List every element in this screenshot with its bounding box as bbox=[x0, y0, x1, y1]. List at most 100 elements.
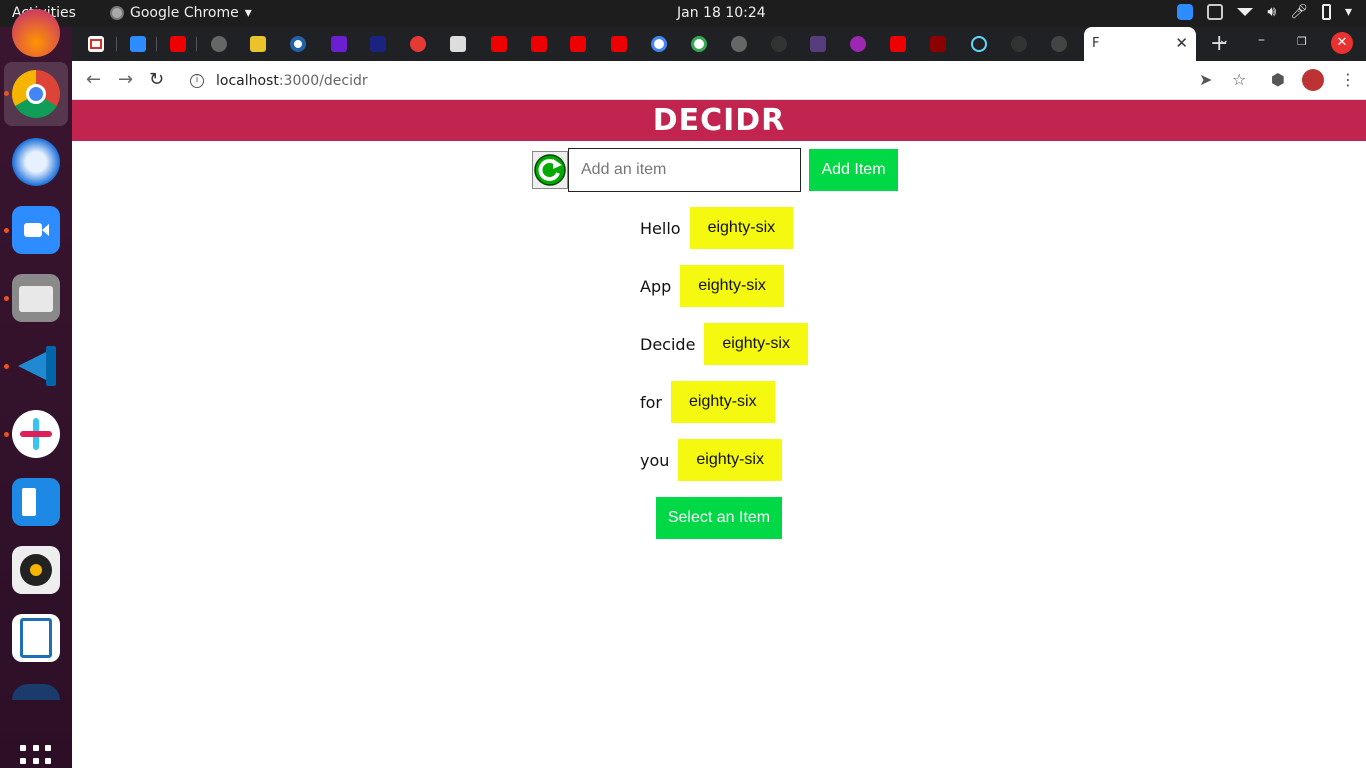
list-tab-icon[interactable] bbox=[331, 36, 347, 52]
list-item: Decide eighty-six bbox=[640, 323, 808, 365]
forward-icon[interactable]: → bbox=[118, 69, 133, 90]
writer-dock-icon[interactable] bbox=[12, 614, 60, 662]
add-item-button[interactable]: Add Item bbox=[809, 149, 898, 191]
eighty-six-button[interactable]: eighty-six bbox=[680, 265, 784, 307]
item-list: Hello eighty-six App eighty-six Decide e… bbox=[640, 207, 808, 497]
app-menu[interactable]: Google Chrome ▾ bbox=[110, 5, 252, 21]
clock[interactable]: Jan 18 10:24 bbox=[677, 5, 766, 21]
game-tab-icon[interactable] bbox=[930, 36, 946, 52]
react-tab-icon[interactable] bbox=[971, 36, 987, 52]
ide-tab-icon[interactable] bbox=[250, 36, 266, 52]
menu-icon[interactable]: ⋮ bbox=[1340, 70, 1356, 89]
back-icon[interactable]: ← bbox=[86, 69, 101, 90]
system-top-bar: Activities Google Chrome ▾ Jan 18 10:24 … bbox=[0, 0, 1366, 27]
address-bar[interactable]: i localhost:3000/decidr bbox=[180, 65, 1270, 96]
rhythmbox-dock-icon[interactable] bbox=[12, 546, 60, 594]
app-tab-icon[interactable] bbox=[370, 36, 386, 52]
maximize-icon[interactable]: ❐ bbox=[1297, 35, 1307, 48]
wifi-icon bbox=[1237, 8, 1254, 16]
firefox-dock-icon[interactable] bbox=[12, 9, 60, 57]
gmail-tab-icon[interactable] bbox=[88, 36, 104, 52]
chrome-dock-icon[interactable] bbox=[12, 70, 60, 118]
refresh-icon bbox=[534, 154, 566, 186]
close-tab-icon[interactable]: ✕ bbox=[1175, 34, 1188, 52]
send-icon[interactable]: ➤ bbox=[1199, 70, 1212, 89]
zoom-dock-icon[interactable] bbox=[12, 206, 60, 254]
item-label: App bbox=[640, 276, 672, 296]
thunderbird-dock-icon[interactable] bbox=[12, 138, 60, 186]
youtube-tab-icon[interactable] bbox=[531, 36, 547, 52]
phone-tab-icon[interactable] bbox=[850, 36, 866, 52]
lastpass-tab-icon[interactable] bbox=[290, 36, 306, 52]
google-tab-icon[interactable] bbox=[651, 36, 667, 52]
youtube-tab-icon[interactable] bbox=[890, 36, 906, 52]
github-tab-icon[interactable] bbox=[1011, 36, 1027, 52]
running-indicator bbox=[4, 228, 9, 233]
google-tab-icon[interactable] bbox=[691, 36, 707, 52]
opera-tab-icon[interactable] bbox=[410, 36, 426, 52]
profile-avatar[interactable] bbox=[1302, 69, 1324, 91]
system-tray[interactable]: 🔊︎ 🎤︎ ▾ bbox=[1177, 4, 1352, 20]
youtube-tab-icon[interactable] bbox=[611, 36, 627, 52]
tab-search-icon[interactable]: ⌄ bbox=[1218, 32, 1230, 48]
item-label: Hello bbox=[640, 218, 681, 238]
site-info-icon[interactable]: i bbox=[190, 73, 204, 88]
tab-separator bbox=[196, 37, 197, 51]
files-dock-icon[interactable] bbox=[12, 274, 60, 322]
add-item-form: Add Item bbox=[532, 148, 898, 192]
url-text[interactable]: localhost:3000/decidr bbox=[216, 73, 368, 89]
item-label: you bbox=[640, 450, 670, 470]
slack-tray-icon bbox=[1207, 4, 1224, 20]
bookmark-star-icon[interactable]: ☆ bbox=[1232, 70, 1246, 89]
active-tab-title: F bbox=[1092, 36, 1100, 51]
globe-tab-icon[interactable] bbox=[211, 36, 227, 52]
eighty-six-button[interactable]: eighty-six bbox=[689, 207, 794, 249]
list-item: for eighty-six bbox=[640, 381, 808, 423]
zoom-tab-icon[interactable] bbox=[130, 36, 146, 52]
list-item: App eighty-six bbox=[640, 265, 808, 307]
microphone-icon: 🎤︎ bbox=[1290, 4, 1308, 20]
volume-icon: 🔊︎ bbox=[1267, 4, 1277, 20]
editor-dock-icon[interactable] bbox=[12, 478, 60, 526]
vscode-dock-icon[interactable] bbox=[12, 342, 60, 390]
close-window-button[interactable]: ✕ bbox=[1331, 32, 1353, 54]
browser-toolbar: ← → ↻ i localhost:3000/decidr ➤ ☆ ⬢ ⋮ bbox=[72, 61, 1366, 100]
tab-active[interactable]: F ✕ bbox=[1084, 27, 1196, 61]
bootstrap-tab-icon[interactable] bbox=[810, 36, 826, 52]
eighty-six-button[interactable]: eighty-six bbox=[704, 323, 808, 365]
app-menu-label: Google Chrome bbox=[130, 5, 239, 21]
partial-dock-icon[interactable] bbox=[12, 684, 60, 700]
list-item: you eighty-six bbox=[640, 439, 808, 481]
globe-tab-icon[interactable] bbox=[731, 36, 747, 52]
zoom-tray-icon bbox=[1177, 4, 1194, 20]
refresh-button[interactable] bbox=[532, 151, 568, 189]
tab-separator bbox=[116, 37, 117, 51]
eighty-six-button[interactable]: eighty-six bbox=[678, 439, 782, 481]
youtube-tab-icon[interactable] bbox=[570, 36, 586, 52]
reload-icon[interactable]: ↻ bbox=[149, 69, 164, 90]
caret-down-icon: ▾ bbox=[244, 5, 252, 21]
tab-strip: F ✕ + ⌄ – ❐ ✕ bbox=[72, 27, 1366, 61]
tab-separator bbox=[156, 37, 157, 51]
running-indicator bbox=[4, 364, 9, 369]
power-menu-icon: ▾ bbox=[1344, 4, 1352, 20]
pe-tab-icon[interactable] bbox=[450, 36, 466, 52]
minimize-icon[interactable]: – bbox=[1258, 32, 1265, 48]
youtube-tab-icon[interactable] bbox=[491, 36, 507, 52]
item-label: for bbox=[640, 392, 662, 412]
chrome-small-icon bbox=[110, 6, 124, 20]
github-tab-icon[interactable] bbox=[771, 36, 787, 52]
list-item: Hello eighty-six bbox=[640, 207, 808, 249]
youtube-tab-icon[interactable] bbox=[170, 36, 186, 52]
show-applications-icon[interactable] bbox=[20, 745, 52, 777]
chrome-tab-icon[interactable] bbox=[1051, 36, 1067, 52]
add-item-input[interactable] bbox=[568, 148, 801, 192]
slack-dock-icon[interactable] bbox=[12, 410, 60, 458]
extensions-icon[interactable]: ⬢ bbox=[1271, 70, 1285, 89]
running-indicator bbox=[4, 296, 9, 301]
eighty-six-button[interactable]: eighty-six bbox=[671, 381, 775, 423]
item-label: Decide bbox=[640, 334, 696, 354]
app-page: DECIDR Add Item Hello eighty-six App eig… bbox=[72, 100, 1366, 768]
battery-icon bbox=[1321, 4, 1331, 20]
select-item-button[interactable]: Select an Item bbox=[656, 497, 782, 539]
